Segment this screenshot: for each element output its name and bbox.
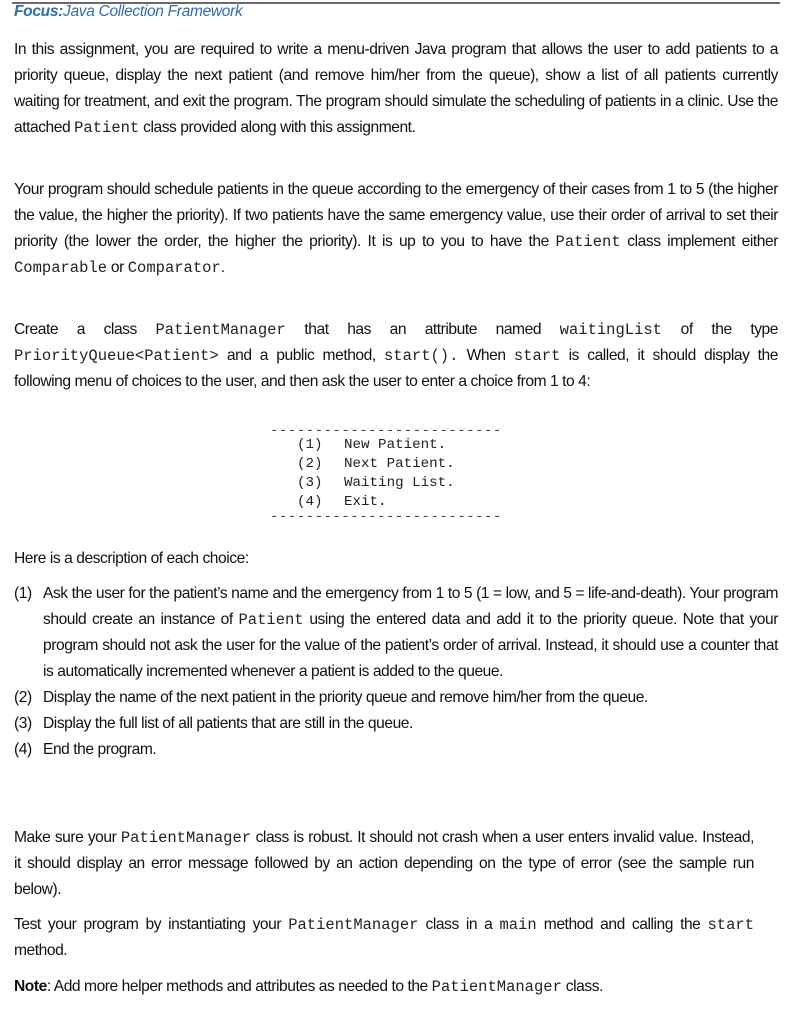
note-label: Note — [14, 978, 47, 995]
menu-item: (2) Next Patient. — [297, 456, 455, 472]
code-main: main — [499, 916, 537, 934]
menu-separator-bottom: -------------------------- — [270, 512, 502, 522]
choice-item: (4) End the program. — [14, 737, 778, 763]
code-type: PriorityQueue<Patient> — [14, 347, 219, 365]
choice-marker: (2) — [14, 689, 32, 706]
choices-intro: Here is a description of each choice: — [14, 550, 249, 567]
menu-separator-top: -------------------------- — [270, 426, 502, 436]
code-patient: Patient — [74, 119, 140, 137]
code-class-name: PatientManager — [431, 978, 562, 996]
code-start: start — [707, 916, 754, 934]
focus-heading: Focus:Java Collection Framework — [14, 3, 243, 21]
code-method: start(). — [384, 347, 459, 365]
menu-item: (3) Waiting List. — [297, 475, 455, 491]
code-class-name: PatientManager — [155, 321, 286, 339]
manager-paragraph: Create a class PatientManager that has a… — [14, 321, 779, 390]
choice-item: (2) Display the name of the next patient… — [14, 685, 778, 711]
priority-paragraph: Your program should schedule patients in… — [14, 181, 778, 277]
focus-label: Focus: — [14, 3, 64, 20]
intro-paragraph: In this assignment, you are required to … — [14, 41, 778, 137]
focus-topic: Java Collection Framework — [63, 3, 243, 20]
test-paragraph: Test your program by instantiating your … — [14, 916, 754, 959]
choice-item: (3) Display the full list of all patient… — [14, 711, 778, 737]
code-patient: Patient — [555, 233, 621, 251]
choice-marker: (1) — [14, 585, 32, 602]
choice-item: (1) Ask the user for the patient’s name … — [14, 581, 778, 685]
assignment-page: Focus:Java Collection Framework In this … — [0, 0, 785, 1024]
code-patient: Patient — [238, 611, 304, 629]
code-start: start — [513, 347, 561, 365]
console-menu: -------------------------- (1) New Patien… — [270, 426, 520, 522]
code-class-name: PatientManager — [120, 829, 252, 847]
code-attribute: waitingList — [559, 321, 662, 339]
choice-marker: (4) — [14, 741, 32, 758]
code-comparable: Comparable — [14, 259, 108, 277]
note-paragraph: Note: Add more helper methods and attrib… — [14, 978, 603, 996]
code-class-name: PatientManager — [288, 916, 419, 934]
code-comparator: Comparator — [127, 259, 221, 277]
menu-item: (1) New Patient. — [297, 437, 447, 453]
choices-list: (1) Ask the user for the patient’s name … — [14, 581, 778, 763]
menu-item: (4) Exit. — [297, 494, 387, 510]
choice-marker: (3) — [14, 715, 32, 732]
robust-paragraph: Make sure your PatientManager class is r… — [14, 829, 754, 898]
